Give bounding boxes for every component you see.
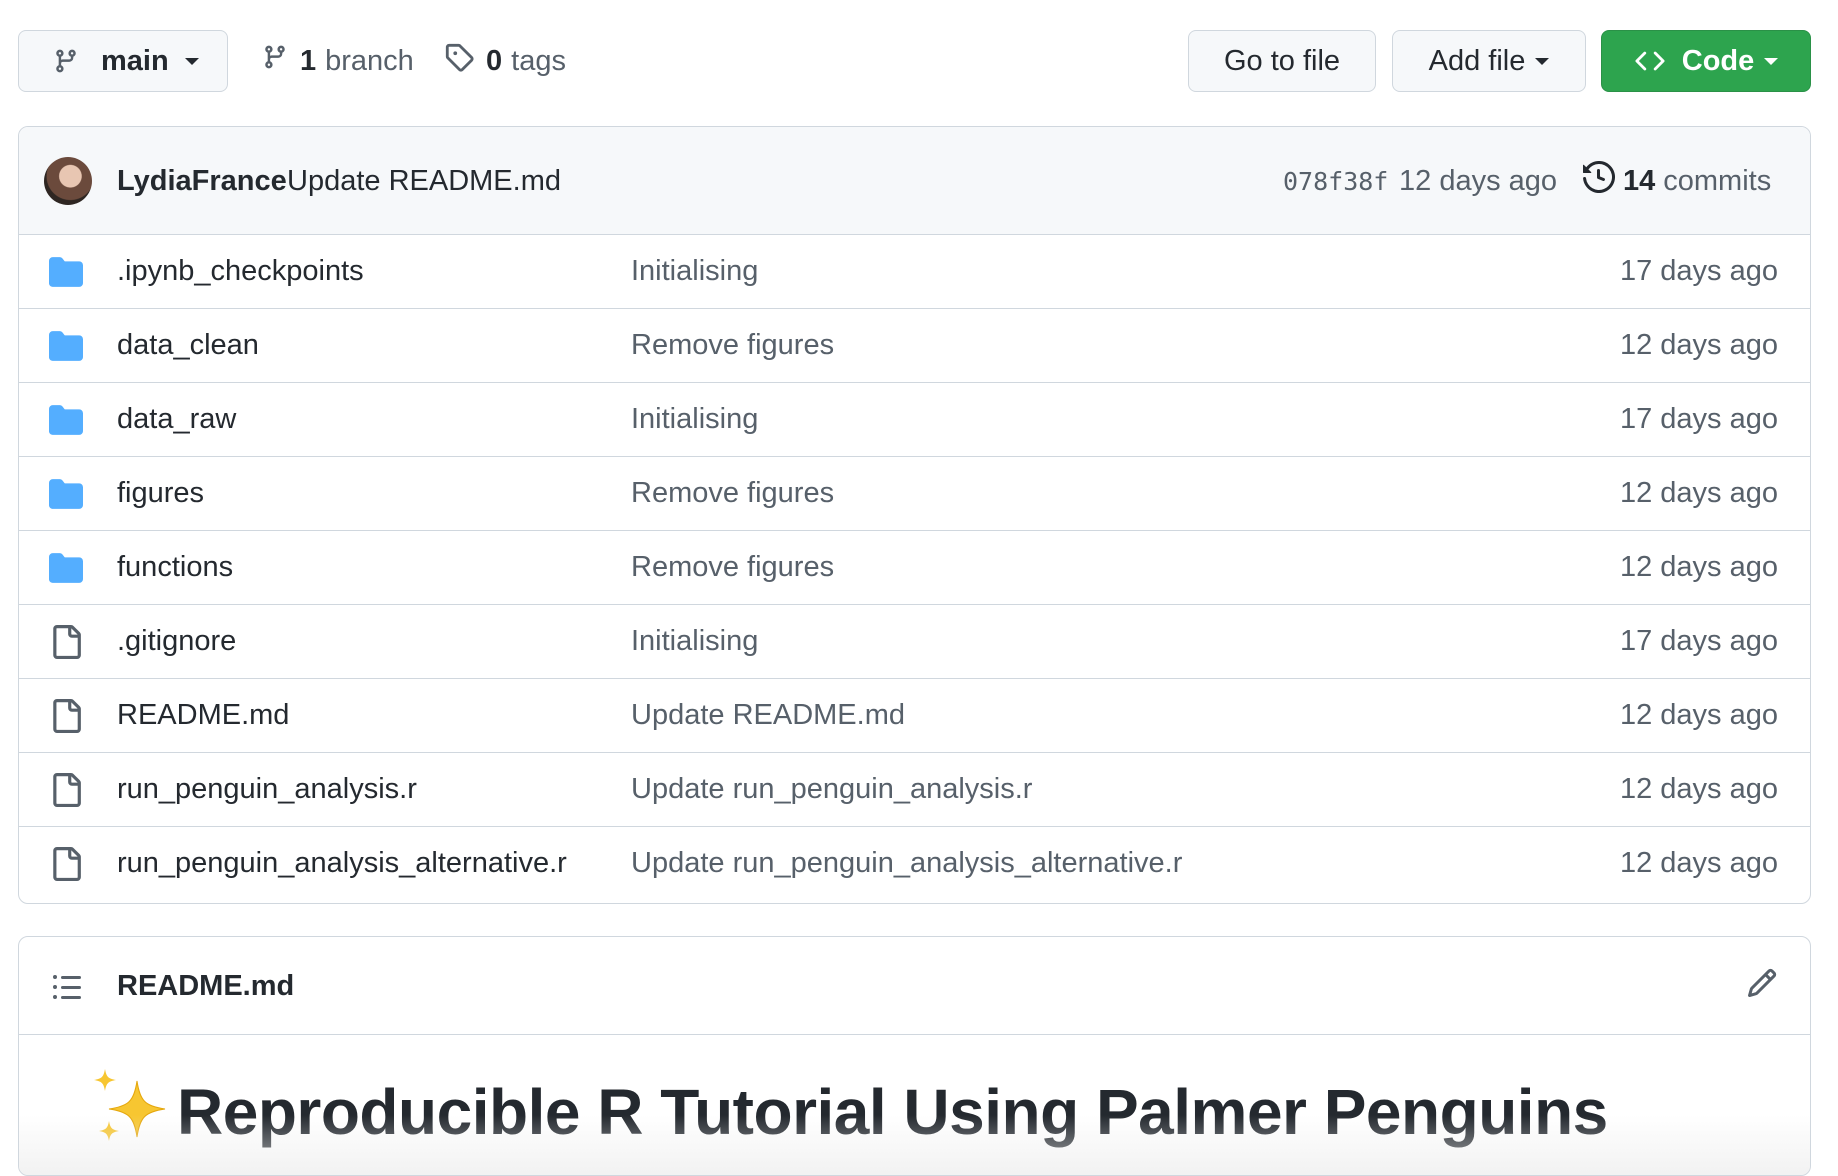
file-commit-link[interactable]: Update README.md xyxy=(631,699,905,732)
tag-label: tags xyxy=(511,44,566,77)
file-age: 12 days ago xyxy=(1619,551,1778,583)
table-row: figures Remove figures 12 days ago xyxy=(19,457,1810,531)
tag-icon xyxy=(444,42,474,80)
git-branch-icon xyxy=(262,42,288,80)
avatar[interactable] xyxy=(44,157,92,205)
folder-icon xyxy=(49,257,83,287)
table-row: README.md Update README.md 12 days ago xyxy=(19,679,1810,753)
branch-select-button[interactable]: main xyxy=(18,30,228,92)
go-to-file-label: Go to file xyxy=(1223,44,1341,77)
file-age: 12 days ago xyxy=(1619,477,1778,509)
pencil-icon[interactable] xyxy=(1746,967,1778,999)
git-branch-icon xyxy=(53,46,79,76)
commit-author-link[interactable]: LydiaFrance xyxy=(117,165,287,198)
file-commit-link[interactable]: Remove figures xyxy=(631,329,834,362)
commit-sha-link[interactable]: 078f38f xyxy=(1283,167,1388,196)
file-name-link[interactable]: functions xyxy=(117,551,233,584)
file-commit-link[interactable]: Initialising xyxy=(631,625,758,658)
file-commit-link[interactable]: Remove figures xyxy=(631,477,834,510)
add-file-button[interactable]: Add file xyxy=(1392,30,1586,92)
table-row: functions Remove figures 12 days ago xyxy=(19,531,1810,605)
repo-toolbar: main 1 branch 0 tags Go to file Add file… xyxy=(18,30,1811,94)
file-name-link[interactable]: figures xyxy=(117,477,204,510)
file-name-link[interactable]: .gitignore xyxy=(117,625,236,658)
code-icon xyxy=(1634,46,1666,76)
chevron-down-icon xyxy=(1535,57,1550,65)
file-age: 17 days ago xyxy=(1619,625,1778,657)
history-icon xyxy=(1583,160,1616,201)
table-row: .gitignore Initialising 17 days ago xyxy=(19,605,1810,679)
file-listing: LydiaFrance Update README.md 078f38f 12 … xyxy=(18,126,1811,904)
go-to-file-button[interactable]: Go to file xyxy=(1188,30,1376,92)
file-icon xyxy=(53,847,81,881)
readme-header: README.md xyxy=(19,937,1810,1035)
file-commit-link[interactable]: Initialising xyxy=(631,255,758,288)
file-age: 12 days ago xyxy=(1619,329,1778,361)
code-label: Code xyxy=(1681,44,1755,77)
chevron-down-icon xyxy=(184,57,199,65)
commit-count: 14 xyxy=(1623,164,1656,197)
table-row: data_clean Remove figures 12 days ago xyxy=(19,309,1810,383)
readme-filename: README.md xyxy=(117,970,295,1002)
file-commit-link[interactable]: Initialising xyxy=(631,403,758,436)
table-row: run_penguin_analysis.r Update run_pengui… xyxy=(19,753,1810,827)
table-row: .ipynb_checkpoints Initialising 17 days … xyxy=(19,235,1810,309)
commit-count-label: commits xyxy=(1663,164,1772,197)
folder-icon xyxy=(49,405,83,435)
readme-content: Reproducible R Tutorial Using Palmer Pen… xyxy=(19,1035,1810,1175)
file-rows: .ipynb_checkpoints Initialising 17 days … xyxy=(19,235,1810,901)
file-age: 12 days ago xyxy=(1619,699,1778,731)
commit-message-link[interactable]: Update README.md xyxy=(287,165,561,198)
folder-icon xyxy=(49,553,83,583)
file-icon xyxy=(53,699,81,733)
file-name-link[interactable]: data_raw xyxy=(117,403,236,436)
file-icon xyxy=(53,625,81,659)
latest-commit-bar: LydiaFrance Update README.md 078f38f 12 … xyxy=(19,127,1810,235)
code-button[interactable]: Code xyxy=(1601,30,1811,92)
file-commit-link[interactable]: Update run_penguin_analysis_alternative.… xyxy=(631,847,1182,880)
commit-age: 12 days ago xyxy=(1399,165,1558,197)
table-row: data_raw Initialising 17 days ago xyxy=(19,383,1810,457)
list-unordered-icon[interactable] xyxy=(51,971,83,1003)
file-commit-link[interactable]: Update run_penguin_analysis.r xyxy=(631,773,1032,806)
file-age: 17 days ago xyxy=(1619,255,1778,287)
file-name-link[interactable]: run_penguin_analysis.r xyxy=(117,773,417,806)
file-age: 17 days ago xyxy=(1619,403,1778,435)
tag-count: 0 xyxy=(486,44,503,77)
file-name-link[interactable]: run_penguin_analysis_alternative.r xyxy=(117,847,567,880)
file-age: 12 days ago xyxy=(1619,847,1778,879)
file-icon xyxy=(53,773,81,807)
commits-link[interactable]: 14 commits xyxy=(1583,157,1771,205)
scroll-fade xyxy=(19,1115,1810,1175)
branch-select-label: main xyxy=(101,44,169,77)
add-file-label: Add file xyxy=(1428,44,1526,77)
branch-count: 1 xyxy=(300,44,317,77)
file-name-link[interactable]: README.md xyxy=(117,699,289,732)
file-age: 12 days ago xyxy=(1619,773,1778,805)
table-row: run_penguin_analysis_alternative.r Updat… xyxy=(19,827,1810,901)
folder-icon xyxy=(49,479,83,509)
branch-label: branch xyxy=(325,44,414,77)
chevron-down-icon xyxy=(1764,57,1779,65)
tags-link[interactable]: 0 tags xyxy=(444,30,566,92)
readme-panel: README.md Reproducible R Tutorial Using … xyxy=(18,936,1811,1176)
branches-link[interactable]: 1 branch xyxy=(262,30,414,92)
folder-icon xyxy=(49,331,83,361)
file-name-link[interactable]: data_clean xyxy=(117,329,259,362)
file-commit-link[interactable]: Remove figures xyxy=(631,551,834,584)
file-name-link[interactable]: .ipynb_checkpoints xyxy=(117,255,364,288)
